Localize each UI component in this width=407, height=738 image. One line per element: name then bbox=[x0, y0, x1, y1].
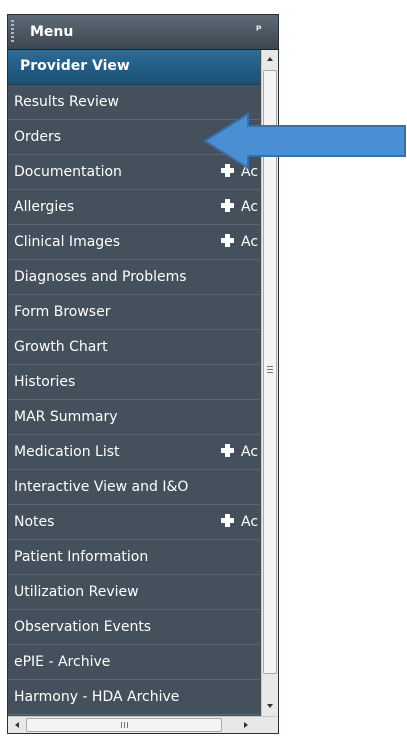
arrow-left-icon bbox=[203, 112, 406, 170]
annotation-arrow bbox=[203, 112, 406, 170]
